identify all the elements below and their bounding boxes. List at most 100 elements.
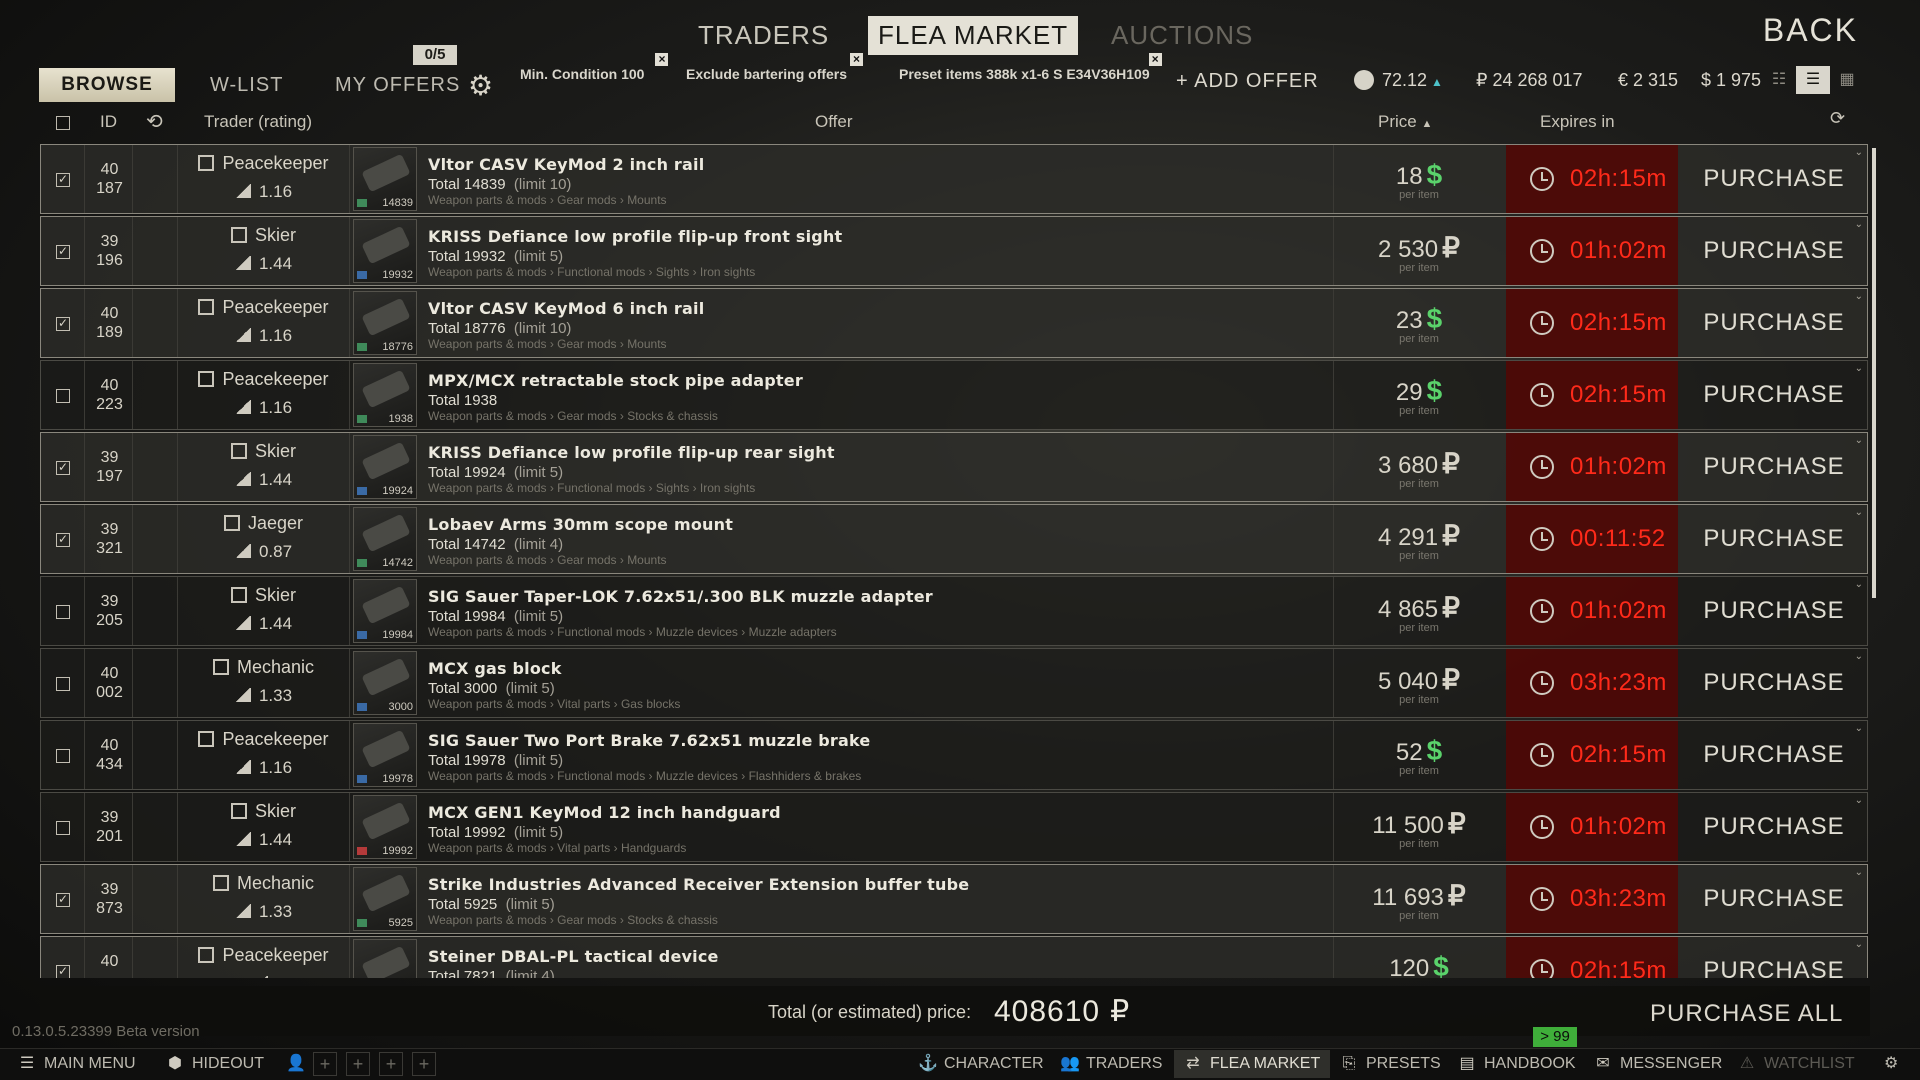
chevron-down-icon[interactable]: ⌄ — [1855, 147, 1863, 158]
tab-flea-market[interactable]: FLEA MARKET — [868, 16, 1079, 55]
trader-cell[interactable]: Peacekeeper 1.16 — [178, 721, 350, 789]
add-offer-button[interactable]: + ADD OFFER — [1176, 70, 1319, 93]
trader-cell[interactable]: Skier 1.44 — [178, 577, 350, 645]
scrollbar[interactable] — [1872, 148, 1876, 598]
reload-icon[interactable]: ⟳ — [1830, 108, 1845, 129]
hideout-button[interactable]: ⬢ HIDEOUT — [156, 1050, 274, 1078]
purchase-button[interactable]: PURCHASE — [1679, 145, 1869, 213]
messenger-button[interactable]: ✉ MESSENGER — [1584, 1050, 1732, 1078]
flea-market-button[interactable]: ⇄ FLEA MARKET — [1174, 1050, 1331, 1078]
item-thumbnail[interactable]: 19932 — [353, 219, 417, 283]
purchase-button[interactable]: PURCHASE — [1679, 865, 1869, 933]
trader-cell[interactable]: Skier 1.44 — [178, 217, 350, 285]
offer-name[interactable]: KRISS Defiance low profile flip-up rear … — [428, 443, 1328, 462]
trader-cell[interactable]: Peacekeeper — [178, 937, 350, 978]
trader-cell[interactable]: Skier 1.44 — [178, 793, 350, 861]
trader-name[interactable]: Peacekeeper — [178, 945, 349, 966]
chevron-down-icon[interactable]: ⌄ — [1855, 435, 1863, 446]
chevron-down-icon[interactable]: ⌄ — [1855, 363, 1863, 374]
purchase-button[interactable]: PURCHASE — [1679, 721, 1869, 789]
close-icon[interactable]: × — [655, 53, 669, 66]
purchase-button[interactable]: PURCHASE — [1679, 217, 1869, 285]
header-expires[interactable]: Expires in — [1540, 112, 1615, 132]
offer-name[interactable]: KRISS Defiance low profile flip-up front… — [428, 227, 1328, 246]
trader-name[interactable]: Skier — [178, 801, 349, 822]
purchase-button[interactable]: PURCHASE — [1679, 793, 1869, 861]
offer-name[interactable]: SIG Sauer Two Port Brake 7.62x51 muzzle … — [428, 731, 1328, 750]
trader-name[interactable]: Skier — [178, 225, 349, 246]
chevron-down-icon[interactable]: ⌄ — [1855, 579, 1863, 590]
item-thumbnail[interactable] — [353, 939, 417, 978]
offer-name[interactable]: Vltor CASV KeyMod 6 inch rail — [428, 299, 1328, 318]
list-view-icon[interactable]: ☰ — [1796, 66, 1830, 94]
traders-button[interactable]: 👥 TRADERS — [1050, 1050, 1172, 1078]
offer-row[interactable]: ✓ 39 873 Mechanic 1.33 5925 Strike Indus… — [40, 864, 1868, 934]
offer-name[interactable]: Vltor CASV KeyMod 2 inch rail — [428, 155, 1328, 174]
settings-icon[interactable]: ⚙ — [1874, 1050, 1908, 1078]
gear-icon[interactable]: ⚙ — [468, 72, 496, 100]
chevron-down-icon[interactable]: ⌄ — [1855, 939, 1863, 950]
close-icon[interactable]: × — [1148, 53, 1162, 66]
purchase-button[interactable]: PURCHASE — [1679, 361, 1869, 429]
trader-cell[interactable]: Mechanic 1.33 — [178, 865, 350, 933]
main-menu-button[interactable]: ☰ MAIN MENU — [8, 1050, 146, 1078]
offer-row[interactable]: ✓ 39 197 Skier 1.44 19924 KRISS Defiance… — [40, 432, 1868, 502]
trader-name[interactable]: Mechanic — [178, 657, 349, 678]
trader-cell[interactable]: Peacekeeper 1.16 — [178, 145, 350, 213]
trader-name[interactable]: Peacekeeper — [178, 369, 349, 390]
purchase-all-button[interactable]: PURCHASE ALL — [1650, 1000, 1843, 1028]
trader-cell[interactable]: Mechanic 1.33 — [178, 649, 350, 717]
purchase-button[interactable]: PURCHASE — [1679, 577, 1869, 645]
offer-row[interactable]: ✓ 39 196 Skier 1.44 19932 KRISS Defiance… — [40, 216, 1868, 286]
character-button[interactable]: ⚓ CHARACTER — [908, 1050, 1054, 1078]
item-thumbnail[interactable]: 3000 — [353, 651, 417, 715]
watchlist-button[interactable]: ⚠ WATCHLIST — [1728, 1050, 1865, 1078]
offer-row[interactable]: ✓ 40 189 Peacekeeper 1.16 18776 Vltor CA… — [40, 288, 1868, 358]
back-button[interactable]: BACK — [1763, 12, 1858, 49]
purchase-button[interactable]: PURCHASE — [1679, 649, 1869, 717]
offer-row[interactable]: 40 434 Peacekeeper 1.16 19978 SIG Sauer … — [40, 720, 1868, 790]
chevron-down-icon[interactable]: ⌄ — [1855, 219, 1863, 230]
small-list-icon[interactable]: ☷ — [1762, 66, 1796, 94]
chevron-down-icon[interactable]: ⌄ — [1855, 291, 1863, 302]
wlist-tab[interactable]: W-LIST — [210, 74, 283, 97]
tab-auctions[interactable]: AUCTIONS — [1111, 20, 1253, 51]
purchase-button[interactable]: PURCHASE — [1679, 433, 1869, 501]
refresh-icon[interactable]: ⟲ — [146, 109, 163, 134]
trader-name[interactable]: Skier — [178, 585, 349, 606]
trader-name[interactable]: Peacekeeper — [178, 729, 349, 750]
chevron-down-icon[interactable]: ⌄ — [1855, 795, 1863, 806]
trader-cell[interactable]: Peacekeeper 1.16 — [178, 289, 350, 357]
header-trader[interactable]: Trader (rating) — [204, 112, 312, 132]
item-thumbnail[interactable]: 19992 — [353, 795, 417, 859]
trader-name[interactable]: Jaeger — [178, 513, 349, 534]
chevron-down-icon[interactable]: ⌄ — [1855, 651, 1863, 662]
filter-chip-preset[interactable]: Preset items 388k x1-6 S E34V36H109 × — [899, 53, 1162, 82]
presets-button[interactable]: ⎘ PRESETS — [1330, 1050, 1451, 1078]
offer-name[interactable]: MCX GEN1 KeyMod 12 inch handguard — [428, 803, 1328, 822]
tab-traders[interactable]: TRADERS — [698, 20, 829, 51]
close-icon[interactable]: × — [850, 53, 864, 66]
offer-row[interactable]: 39 201 Skier 1.44 19992 MCX GEN1 KeyMod … — [40, 792, 1868, 862]
trader-name[interactable]: Skier — [178, 441, 349, 462]
plus-icon[interactable]: + — [412, 1052, 436, 1076]
offer-row[interactable]: ✓ 39 321 Jaeger 0.87 14742 Lobaev Arms 3… — [40, 504, 1868, 574]
plus-icon[interactable]: + — [313, 1052, 337, 1076]
trader-cell[interactable]: Peacekeeper 1.16 — [178, 361, 350, 429]
offer-name[interactable]: SIG Sauer Taper-LOK 7.62x51/.300 BLK muz… — [428, 587, 1328, 606]
handbook-button[interactable]: ▤ HANDBOOK — [1448, 1050, 1586, 1078]
item-thumbnail[interactable]: 1938 — [353, 363, 417, 427]
filter-chip-condition[interactable]: Min. Condition 100 × — [520, 53, 669, 82]
offer-row[interactable]: ✓ 40 187 Peacekeeper 1.16 14839 Vltor CA… — [40, 144, 1868, 214]
offer-name[interactable]: MCX gas block — [428, 659, 1328, 678]
trader-cell[interactable]: Jaeger 0.87 — [178, 505, 350, 573]
offer-row[interactable]: 39 205 Skier 1.44 19984 SIG Sauer Taper-… — [40, 576, 1868, 646]
trader-cell[interactable]: Skier 1.44 — [178, 433, 350, 501]
plus-icon[interactable]: + — [346, 1052, 370, 1076]
offer-row[interactable]: 40 223 Peacekeeper 1.16 1938 MPX/MCX ret… — [40, 360, 1868, 430]
select-all-checkbox[interactable] — [56, 116, 70, 130]
filter-chip-bartering[interactable]: Exclude bartering offers × — [686, 53, 864, 82]
offer-row[interactable]: 40 002 Mechanic 1.33 3000 MCX gas block … — [40, 648, 1868, 718]
trader-name[interactable]: Mechanic — [178, 873, 349, 894]
offer-row[interactable]: ✓ 40 Peacekeeper Steiner DBAL-PL tactica… — [40, 936, 1868, 978]
